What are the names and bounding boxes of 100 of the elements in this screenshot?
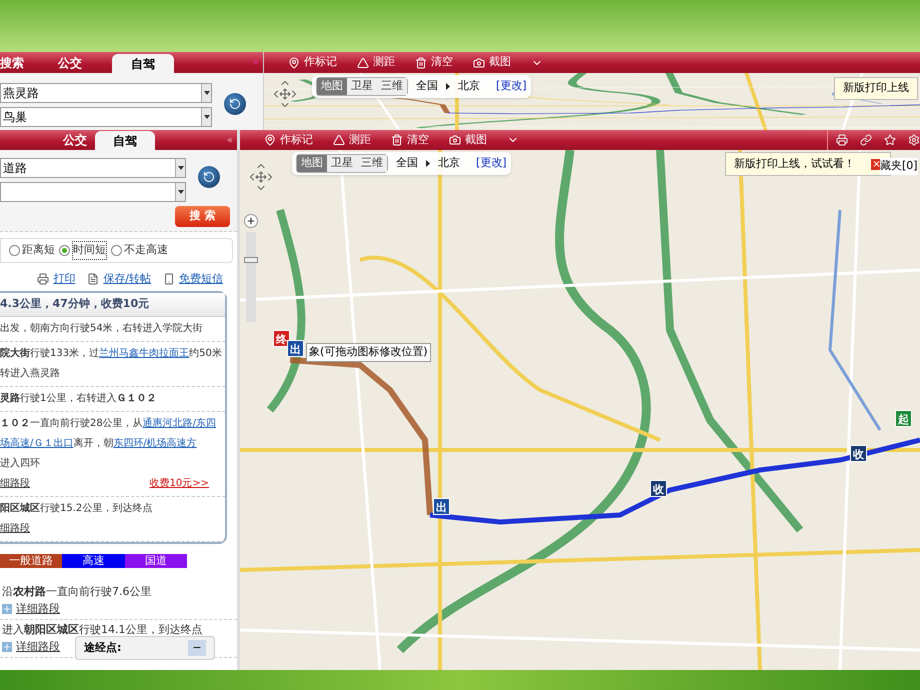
legend-item: 国道 — [124, 554, 187, 568]
place-link[interactable]: 东四环/机场高速方 — [113, 435, 197, 453]
step-text: 转进入燕灵路 — [0, 366, 60, 381]
action-link[interactable]: 免费短信 — [163, 270, 223, 288]
location-field[interactable]: 燕灵路 — [0, 83, 212, 103]
tooltip: 新版打印上线 — [834, 77, 918, 100]
action-link[interactable]: 保存/转帖 — [87, 270, 151, 288]
field-value: 鸟巢 — [2, 109, 28, 126]
field-value: 燕灵路 — [2, 85, 40, 102]
step-text: 沿农村路一直向前行驶7.6公里 — [2, 584, 152, 600]
detail-link[interactable]: 详细路段 — [16, 600, 60, 617]
radio-button[interactable] — [111, 245, 122, 256]
radio-button[interactable] — [9, 245, 20, 256]
tab[interactable]: 公交 — [0, 130, 95, 150]
route-marker[interactable]: 收 — [850, 445, 867, 462]
route-marker[interactable]: 起 — [895, 410, 912, 427]
step-text: 进入朝阳区城区行驶14.1公里，到达终点 — [2, 622, 204, 638]
tab[interactable]: 搜索 — [0, 52, 30, 73]
toolbar-button[interactable]: 作标记 — [264, 132, 313, 148]
legend-item: 一般道路 — [0, 554, 62, 568]
step-text: 离开，朝 — [73, 436, 114, 451]
detail-link[interactable]: 细路段 — [0, 475, 30, 493]
tab[interactable]: 自驾 — [112, 54, 174, 73]
toolbar-button[interactable]: 截图 — [449, 132, 487, 148]
step-text: 进入四环 — [0, 456, 40, 471]
step-text: 灵路行驶1公里，右转进入Ｇ１０２ — [0, 392, 156, 406]
toolbar-button[interactable]: 截图 — [473, 54, 511, 71]
route-marker[interactable]: 出 — [433, 498, 450, 515]
route-marker[interactable]: 收 — [650, 480, 667, 497]
settings-icon[interactable] — [908, 134, 920, 146]
map-hint: 象(可拖动图标修改位置) — [306, 343, 431, 362]
tab[interactable]: 自驾 — [95, 131, 155, 150]
action-link[interactable]: 打印 — [37, 270, 76, 288]
radio-button[interactable] — [59, 245, 70, 256]
step-text: １０２一直向前行驶28公里，从 — [0, 416, 143, 431]
step-text: 出发，朝南方向行驶54米，右转进入学院大街 — [0, 322, 203, 336]
toolbar-button[interactable]: 测距 — [357, 54, 395, 71]
legend-item: 高速 — [62, 554, 125, 568]
field-value: 道路 — [2, 160, 28, 177]
route-marker[interactable]: 终 — [273, 330, 290, 347]
place-link[interactable]: 通惠河北路/东四 — [142, 415, 216, 433]
location-field[interactable] — [0, 182, 186, 202]
step-text: 阳区城区行驶15.2公里，到达终点 — [0, 502, 152, 516]
radio-label: 距离短 — [22, 242, 55, 258]
star-icon[interactable] — [884, 134, 896, 146]
ruler-icon — [357, 56, 369, 68]
toolbar-button[interactable]: 清空 — [391, 132, 429, 148]
detail-link[interactable]: 细路段 — [0, 520, 30, 538]
swap-icon — [203, 171, 215, 183]
place-link[interactable]: 场高速/Ｇ１出口 — [0, 435, 74, 453]
region-label: 全国 — [396, 155, 418, 171]
toll-link[interactable]: 收费10元>> — [150, 475, 209, 493]
pin-icon — [264, 134, 276, 146]
change-city-link[interactable]: [更改] — [476, 155, 507, 172]
favorites-label[interactable]: 藏夹[0] — [880, 158, 918, 174]
swap-icon — [229, 98, 241, 110]
map-type-button[interactable]: 地图 — [317, 78, 347, 94]
tooltip-text: 新版打印上线，试试看！ — [734, 156, 855, 172]
document-icon — [87, 273, 100, 285]
breadcrumb-arrow-icon — [426, 160, 430, 167]
map-type-button[interactable]: 卫星 — [327, 155, 357, 172]
city-label: 北京 — [438, 155, 460, 171]
swap-button[interactable] — [224, 93, 246, 115]
swap-button[interactable] — [198, 166, 220, 188]
toolbar-button[interactable]: 测距 — [333, 132, 371, 148]
toolbar-button[interactable]: 作标记 — [288, 54, 337, 71]
map-type-button[interactable]: 卫星 — [347, 78, 377, 94]
link-icon[interactable] — [860, 134, 872, 146]
plus-icon — [246, 216, 256, 226]
radio-label: 时间短 — [72, 241, 107, 260]
map-type-button[interactable]: 地图 — [297, 155, 327, 172]
camera-icon — [473, 56, 485, 68]
route-summary: 4.3公里，47分钟，收费10元 — [0, 293, 225, 317]
step-text: 院大街行驶133米，过 — [0, 346, 100, 361]
region-label: 全国 — [416, 78, 438, 94]
toolbar-button[interactable]: 清空 — [415, 54, 453, 71]
location-field[interactable]: 道路 — [0, 158, 186, 178]
location-field[interactable]: 鸟巢 — [0, 107, 212, 127]
collapse-panel-button[interactable]: − — [188, 640, 206, 656]
radio-label: 不走高速 — [124, 242, 168, 258]
breadcrumb-arrow-icon — [446, 82, 450, 90]
camera-icon — [449, 134, 461, 146]
zoom-slider-thumb[interactable] — [244, 257, 258, 264]
place-link[interactable]: 兰州马鑫牛肉拉面王 — [99, 345, 190, 363]
phone-icon — [163, 273, 175, 285]
step-text: 约50米 — [189, 346, 222, 361]
search-button[interactable]: 搜 索 — [175, 206, 230, 227]
map-type-button[interactable]: 三维 — [357, 155, 387, 172]
move-icon[interactable] — [255, 171, 267, 183]
print-icon — [37, 273, 50, 285]
waypoint-label: 途经点: — [84, 640, 122, 656]
trash-icon — [415, 56, 427, 68]
route-marker[interactable]: 出 — [287, 340, 304, 357]
tab[interactable]: 公交 — [30, 52, 110, 73]
print-icon[interactable] — [836, 134, 848, 146]
change-city-link[interactable]: [更改] — [496, 78, 527, 94]
map-type-button[interactable]: 三维 — [377, 78, 407, 94]
pin-icon — [288, 56, 300, 68]
detail-link[interactable]: 详细路段 — [16, 638, 60, 655]
move-icon[interactable] — [279, 88, 291, 100]
